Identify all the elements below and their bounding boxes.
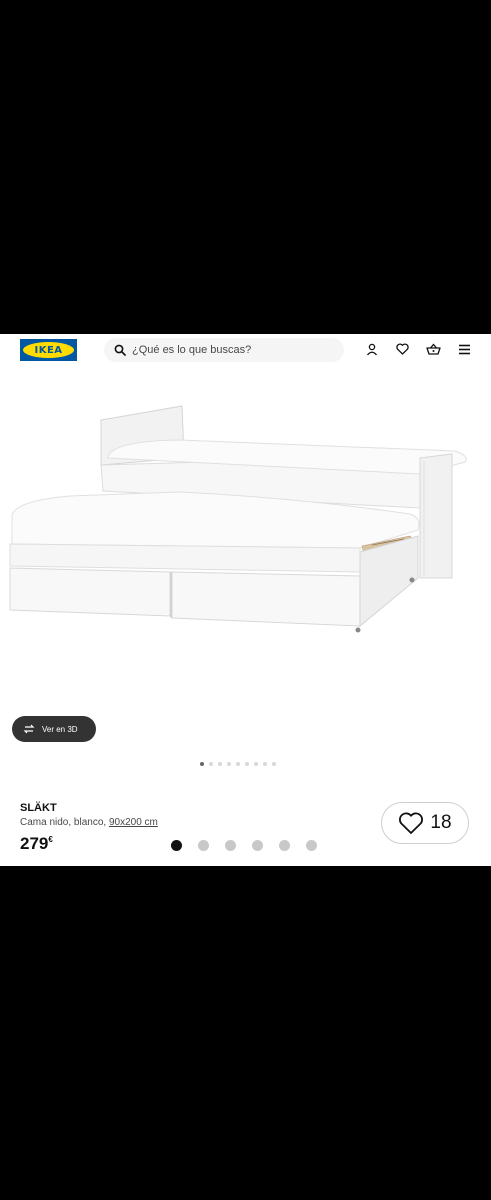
- bottom-black-bar: [0, 866, 491, 1200]
- pager-dot[interactable]: [306, 840, 317, 851]
- pager-dot[interactable]: [198, 840, 209, 851]
- product-price: 279€: [20, 834, 53, 854]
- product-image[interactable]: [0, 396, 491, 686]
- image-dot[interactable]: [200, 762, 204, 766]
- description-text: Cama nido, blanco,: [20, 817, 109, 828]
- logo-text: IKEA: [23, 342, 74, 358]
- image-dot[interactable]: [218, 762, 222, 766]
- favorite-count: 18: [430, 812, 452, 833]
- view-3d-label: Ver en 3D: [42, 724, 78, 734]
- menu-icon[interactable]: [456, 341, 472, 357]
- search-input[interactable]: ¿Qué es lo que buscas?: [104, 338, 344, 362]
- user-icon[interactable]: [364, 341, 380, 357]
- image-dot[interactable]: [209, 762, 213, 766]
- size-link[interactable]: 90x200 cm: [109, 817, 158, 828]
- favorite-button[interactable]: 18: [381, 802, 469, 844]
- product-page: IKEA ¿Qué es lo que buscas? Ver en 3D SL…: [0, 334, 491, 866]
- currency-symbol: €: [48, 835, 53, 844]
- view-3d-button[interactable]: Ver en 3D: [12, 716, 96, 742]
- basket-icon[interactable]: [425, 341, 441, 357]
- pager-dot[interactable]: [279, 840, 290, 851]
- image-dot[interactable]: [236, 762, 240, 766]
- rotate-3d-icon: [23, 724, 35, 734]
- product-name: SLÄKT: [20, 802, 57, 814]
- site-header: IKEA ¿Qué es lo que buscas?: [0, 334, 491, 366]
- search-icon: [114, 344, 126, 356]
- image-dot[interactable]: [254, 762, 258, 766]
- price-value: 279: [20, 834, 49, 853]
- pager-dots: [171, 840, 317, 851]
- pager-dot[interactable]: [171, 840, 182, 851]
- pager-dot[interactable]: [225, 840, 236, 851]
- search-placeholder: ¿Qué es lo que buscas?: [132, 344, 252, 356]
- product-description: Cama nido, blanco, 90x200 cm: [20, 817, 158, 828]
- heart-icon[interactable]: [394, 341, 410, 357]
- image-dot[interactable]: [245, 762, 249, 766]
- image-dot[interactable]: [272, 762, 276, 766]
- top-black-bar: [0, 0, 491, 334]
- image-dot[interactable]: [227, 762, 231, 766]
- pager-dot[interactable]: [252, 840, 263, 851]
- image-dot[interactable]: [263, 762, 267, 766]
- ikea-logo[interactable]: IKEA: [20, 339, 77, 361]
- heart-icon: [399, 812, 424, 834]
- image-indicator: [200, 762, 276, 766]
